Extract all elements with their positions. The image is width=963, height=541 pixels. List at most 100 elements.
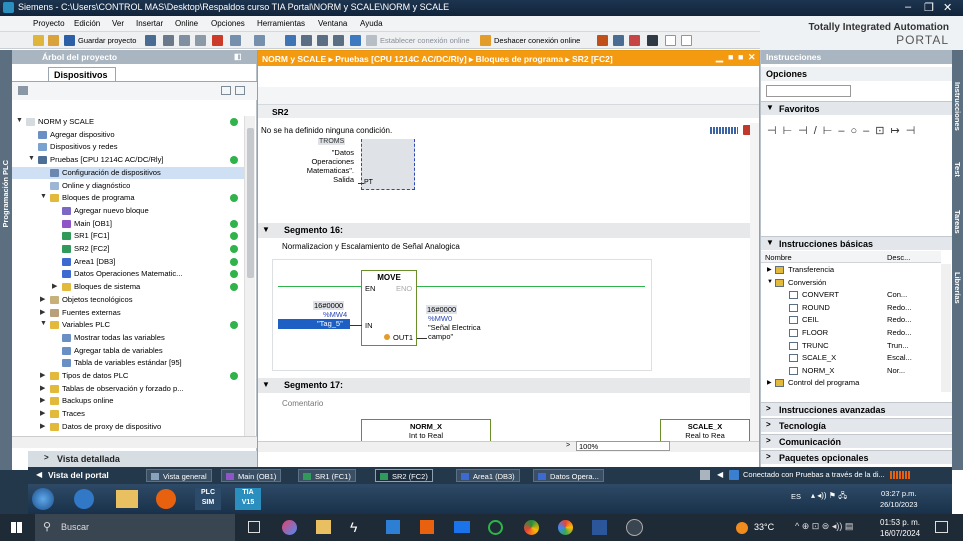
vm-explorer-icon[interactable] <box>116 490 138 508</box>
tree-expand-icon[interactable]: ▶ <box>40 308 45 316</box>
scale-x-box[interactable]: SCALE_X Real to Rea <box>660 419 750 441</box>
tree-view-icon[interactable] <box>221 86 231 95</box>
favorite-instructions[interactable]: ⊣⊢⊣/⊢–○–⊡↦⊣ <box>767 124 921 137</box>
delete-icon[interactable] <box>212 35 223 46</box>
store-icon[interactable] <box>386 520 400 534</box>
tree-item[interactable]: SR2 [FC2] <box>12 243 244 256</box>
tree-details-icon[interactable] <box>235 86 245 95</box>
vm-clock[interactable]: 03:27 p.m. 26/10/2023 <box>880 488 918 510</box>
upload-icon[interactable] <box>317 35 328 46</box>
chat-app-icon[interactable] <box>488 520 503 535</box>
prev-operand[interactable]: "Datos Operaciones Matematicas". Salida <box>302 148 354 184</box>
tree-item[interactable]: Configuración de dispositivos <box>12 166 244 180</box>
compile-icon[interactable] <box>285 35 296 46</box>
tree-item[interactable]: Area1 [DB3] <box>12 256 244 269</box>
tree-item[interactable]: ▶ Fuentes externas <box>12 307 244 320</box>
basic-instructions-section[interactable]: ▼ Instrucciones básicas <box>761 236 953 250</box>
split-horizontal-icon[interactable] <box>665 35 676 46</box>
tree-item[interactable]: Dispositivos y redes <box>12 141 244 154</box>
tree-item[interactable]: ▼ Pruebas [CPU 1214C AC/DC/Rly] <box>12 154 244 167</box>
menu-proyecto[interactable]: Proyecto <box>33 19 65 28</box>
communication-section[interactable]: > Comunicación <box>761 434 953 448</box>
collapse-panel-icon[interactable]: ◧ <box>234 52 242 61</box>
technology-section[interactable]: > Tecnología <box>761 418 953 432</box>
tree-item[interactable]: Datos Operaciones Matematic... <box>12 268 244 281</box>
portal-view-button[interactable]: Vista del portal <box>48 470 109 480</box>
plc-programming-vtab[interactable]: Programación PLC <box>0 50 12 470</box>
tree-item[interactable]: SR1 [FC1] <box>12 230 244 243</box>
vm-media-icon[interactable] <box>156 489 176 509</box>
vm-lang[interactable]: ES <box>791 492 801 501</box>
vm-tia-icon[interactable]: TIA V15 <box>235 488 261 510</box>
chrome-icon[interactable] <box>558 520 573 535</box>
tab-main-ob1[interactable]: Main (OB1) <box>221 469 282 482</box>
devices-tab[interactable]: Dispositivos <box>48 67 116 82</box>
notifications-icon[interactable] <box>935 521 948 533</box>
tree-expand-icon[interactable]: ▶ <box>40 409 45 417</box>
instruction-scrollbar[interactable] <box>941 264 951 392</box>
scrollbar-thumb[interactable] <box>247 128 254 278</box>
collapse-left-icon[interactable]: ◀ <box>717 470 723 479</box>
vtab-tasks[interactable]: Tareas <box>953 210 962 234</box>
temperature[interactable]: 33°C <box>754 522 774 532</box>
segment-17-header[interactable]: ▼ Segmento 17: <box>258 378 750 393</box>
tree-expand-icon[interactable]: ▶ <box>40 396 45 404</box>
tree-item[interactable]: ▼ Bloques de programa <box>12 192 244 205</box>
tab-sr2-fc2[interactable]: SR2 (FC2) <box>375 469 433 482</box>
instruction-expand-icon[interactable]: ▼ <box>767 279 773 285</box>
paste-icon[interactable] <box>195 35 206 46</box>
segment-17-comment[interactable]: Comentario <box>282 399 323 408</box>
close-x-icon[interactable] <box>647 35 658 46</box>
instruction-item[interactable]: FLOOR Redo... <box>761 327 941 340</box>
tab-datos-opera[interactable]: Datos Opera... <box>533 469 604 482</box>
out-tag-line2[interactable]: campo" <box>428 332 453 341</box>
vtab-libraries[interactable]: Librerías <box>953 272 962 304</box>
instruction-item[interactable]: ▼ Conversión <box>761 277 941 290</box>
tree-item[interactable]: Agregar nuevo bloque <box>12 205 244 218</box>
tree-expand-icon[interactable]: ▶ <box>52 282 57 290</box>
tab-overview[interactable]: Vista general <box>146 469 212 482</box>
pen-app-icon[interactable]: ϟ <box>350 519 357 535</box>
instruction-item[interactable]: SCALE_X Escal... <box>761 352 941 365</box>
optional-packages-section[interactable]: > Paquetes opcionales <box>761 450 953 464</box>
simulation-icon[interactable] <box>333 35 344 46</box>
properties-icon[interactable] <box>700 470 710 480</box>
tree-expand-icon[interactable]: ▼ <box>40 193 47 200</box>
instruction-search-input[interactable] <box>766 85 851 97</box>
edge-icon[interactable] <box>524 520 539 535</box>
search-box[interactable]: ⚲ Buscar <box>35 514 235 541</box>
vm-ie-icon[interactable] <box>74 489 94 509</box>
instruction-item[interactable]: ▶ Control del programa <box>761 377 941 390</box>
zoom-select[interactable]: 100% <box>576 441 670 451</box>
save-project-button[interactable]: Guardar proyecto <box>78 36 136 45</box>
tree-item[interactable]: ▶ Datos de proxy de dispositivo <box>12 421 244 434</box>
favorites-section[interactable]: ▼ Favoritos <box>761 101 953 115</box>
open-project-icon[interactable] <box>48 35 59 46</box>
vm-plcsim-icon[interactable]: PLC SIM <box>195 488 221 510</box>
detail-view-header[interactable]: > Vista detallada <box>28 451 257 467</box>
mail-icon[interactable] <box>454 521 470 533</box>
tree-item[interactable]: ▶ Tablas de observación y forzado p... <box>12 383 244 396</box>
tree-item[interactable]: ▶ Backups online <box>12 395 244 408</box>
menu-edicion[interactable]: Edición <box>74 19 100 28</box>
editor-minimize-icon[interactable]: ▁ <box>716 52 723 63</box>
editor-vscrollbar[interactable] <box>750 123 759 441</box>
tree-expand-icon[interactable]: ▶ <box>40 384 45 392</box>
vm-start-icon[interactable] <box>32 488 54 510</box>
instruction-expand-icon[interactable]: ▶ <box>767 379 772 386</box>
instruction-item[interactable]: TRUNC Trun... <box>761 340 941 353</box>
media-player-icon[interactable] <box>626 519 643 536</box>
tab-area1-db3[interactable]: Area1 (DB3) <box>456 469 520 482</box>
cut-icon[interactable] <box>163 35 174 46</box>
menu-insertar[interactable]: Insertar <box>136 19 163 28</box>
alarm-icon[interactable] <box>743 125 750 135</box>
file-explorer-icon[interactable] <box>316 520 331 534</box>
tree-expand-icon[interactable]: ▶ <box>40 295 45 303</box>
vm-tray-icons[interactable]: ▴ ◂)) ⚑ 🖧 <box>811 490 847 504</box>
project-tree-hscrollbar[interactable] <box>12 436 257 448</box>
instruction-expand-icon[interactable]: ▶ <box>767 266 772 273</box>
editor-float-icon[interactable]: ■ <box>738 52 743 62</box>
tree-item[interactable]: Main [OB1] <box>12 218 244 231</box>
system-tray-icons[interactable]: ^ ⊕ ⊡ ⊜ ◂)) ▤ <box>795 521 853 532</box>
advanced-instructions-section[interactable]: > Instrucciones avanzadas <box>761 402 953 416</box>
